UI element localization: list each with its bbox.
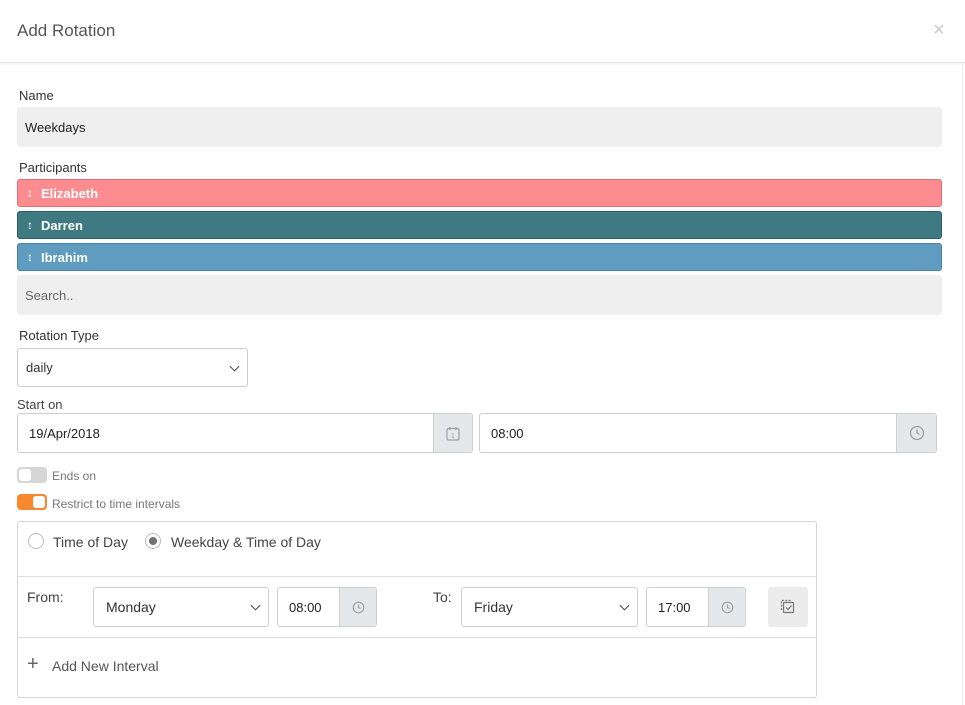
participant-chip[interactable]: ↕ Elizabeth: [17, 179, 942, 207]
clock-icon: [352, 601, 364, 613]
calendar-button[interactable]: 1: [433, 414, 472, 452]
participant-name: Elizabeth: [41, 185, 99, 201]
radio-weekday-time-of-day[interactable]: [145, 533, 161, 549]
start-date-input[interactable]: 19/Apr/2018: [17, 413, 473, 453]
plus-icon[interactable]: +: [27, 654, 39, 674]
name-value: Weekdays: [25, 119, 86, 135]
rotation-type-select[interactable]: daily: [17, 348, 248, 387]
clock-icon: [721, 601, 733, 613]
start-on-label: Start on: [17, 397, 63, 412]
radio-time-of-day-label[interactable]: Time of Day: [53, 534, 128, 550]
clock-icon: [909, 425, 924, 441]
svg-text:1: 1: [451, 432, 455, 440]
dialog-header: [0, 0, 965, 63]
from-time-value: 08:00: [289, 599, 322, 615]
ends-on-toggle[interactable]: [17, 467, 47, 483]
divider: [18, 637, 816, 638]
start-time-value: 08:00: [491, 425, 524, 441]
participants-label: Participants: [19, 160, 87, 175]
participant-chip[interactable]: ↕ Ibrahim: [17, 243, 942, 271]
from-day-value: Monday: [106, 599, 156, 615]
calendar-icon: 1: [446, 426, 460, 441]
from-day-select[interactable]: Monday: [93, 587, 269, 627]
start-date-value: 19/Apr/2018: [29, 425, 100, 441]
participant-name: Darren: [41, 217, 83, 233]
participant-search-input[interactable]: Search..: [17, 275, 942, 315]
clock-button[interactable]: [896, 414, 936, 452]
to-clock-button[interactable]: [708, 588, 745, 626]
chevron-down-icon: [250, 600, 261, 611]
rotation-type-label: Rotation Type: [19, 328, 99, 343]
chevron-down-icon: [619, 600, 630, 611]
participant-chip[interactable]: ↕ Darren: [17, 211, 942, 239]
from-clock-button[interactable]: [339, 588, 376, 626]
start-time-input[interactable]: 08:00: [479, 413, 937, 453]
drag-handle-icon[interactable]: ↕: [27, 250, 33, 264]
to-day-select[interactable]: Friday: [461, 587, 638, 627]
name-label: Name: [19, 88, 54, 103]
divider: [18, 576, 816, 577]
search-placeholder: Search..: [25, 287, 74, 303]
delete-interval-icon: [780, 599, 795, 614]
ends-on-label: Ends on: [52, 469, 97, 483]
chevron-down-icon: [229, 361, 240, 372]
to-day-value: Friday: [474, 599, 513, 615]
remove-interval-button[interactable]: [768, 587, 808, 627]
participant-name: Ibrahim: [41, 249, 88, 265]
dialog-title: Add Rotation: [17, 21, 116, 40]
drag-handle-icon[interactable]: ↕: [27, 186, 33, 200]
scrollbar-track: [962, 63, 963, 705]
add-new-interval-button[interactable]: Add New Interval: [52, 658, 159, 674]
from-label: From:: [27, 589, 64, 605]
restrict-intervals-label: Restrict to time intervals: [52, 497, 181, 511]
rotation-type-value: daily: [26, 360, 53, 375]
to-time-value: 17:00: [658, 599, 691, 615]
to-label: To:: [433, 589, 452, 605]
name-input[interactable]: Weekdays: [17, 107, 942, 147]
close-icon[interactable]: ×: [933, 20, 945, 40]
restrict-intervals-toggle[interactable]: [17, 494, 47, 510]
drag-handle-icon[interactable]: ↕: [27, 218, 33, 232]
radio-time-of-day[interactable]: [28, 533, 44, 549]
radio-weekday-time-of-day-label[interactable]: Weekday & Time of Day: [171, 534, 321, 550]
